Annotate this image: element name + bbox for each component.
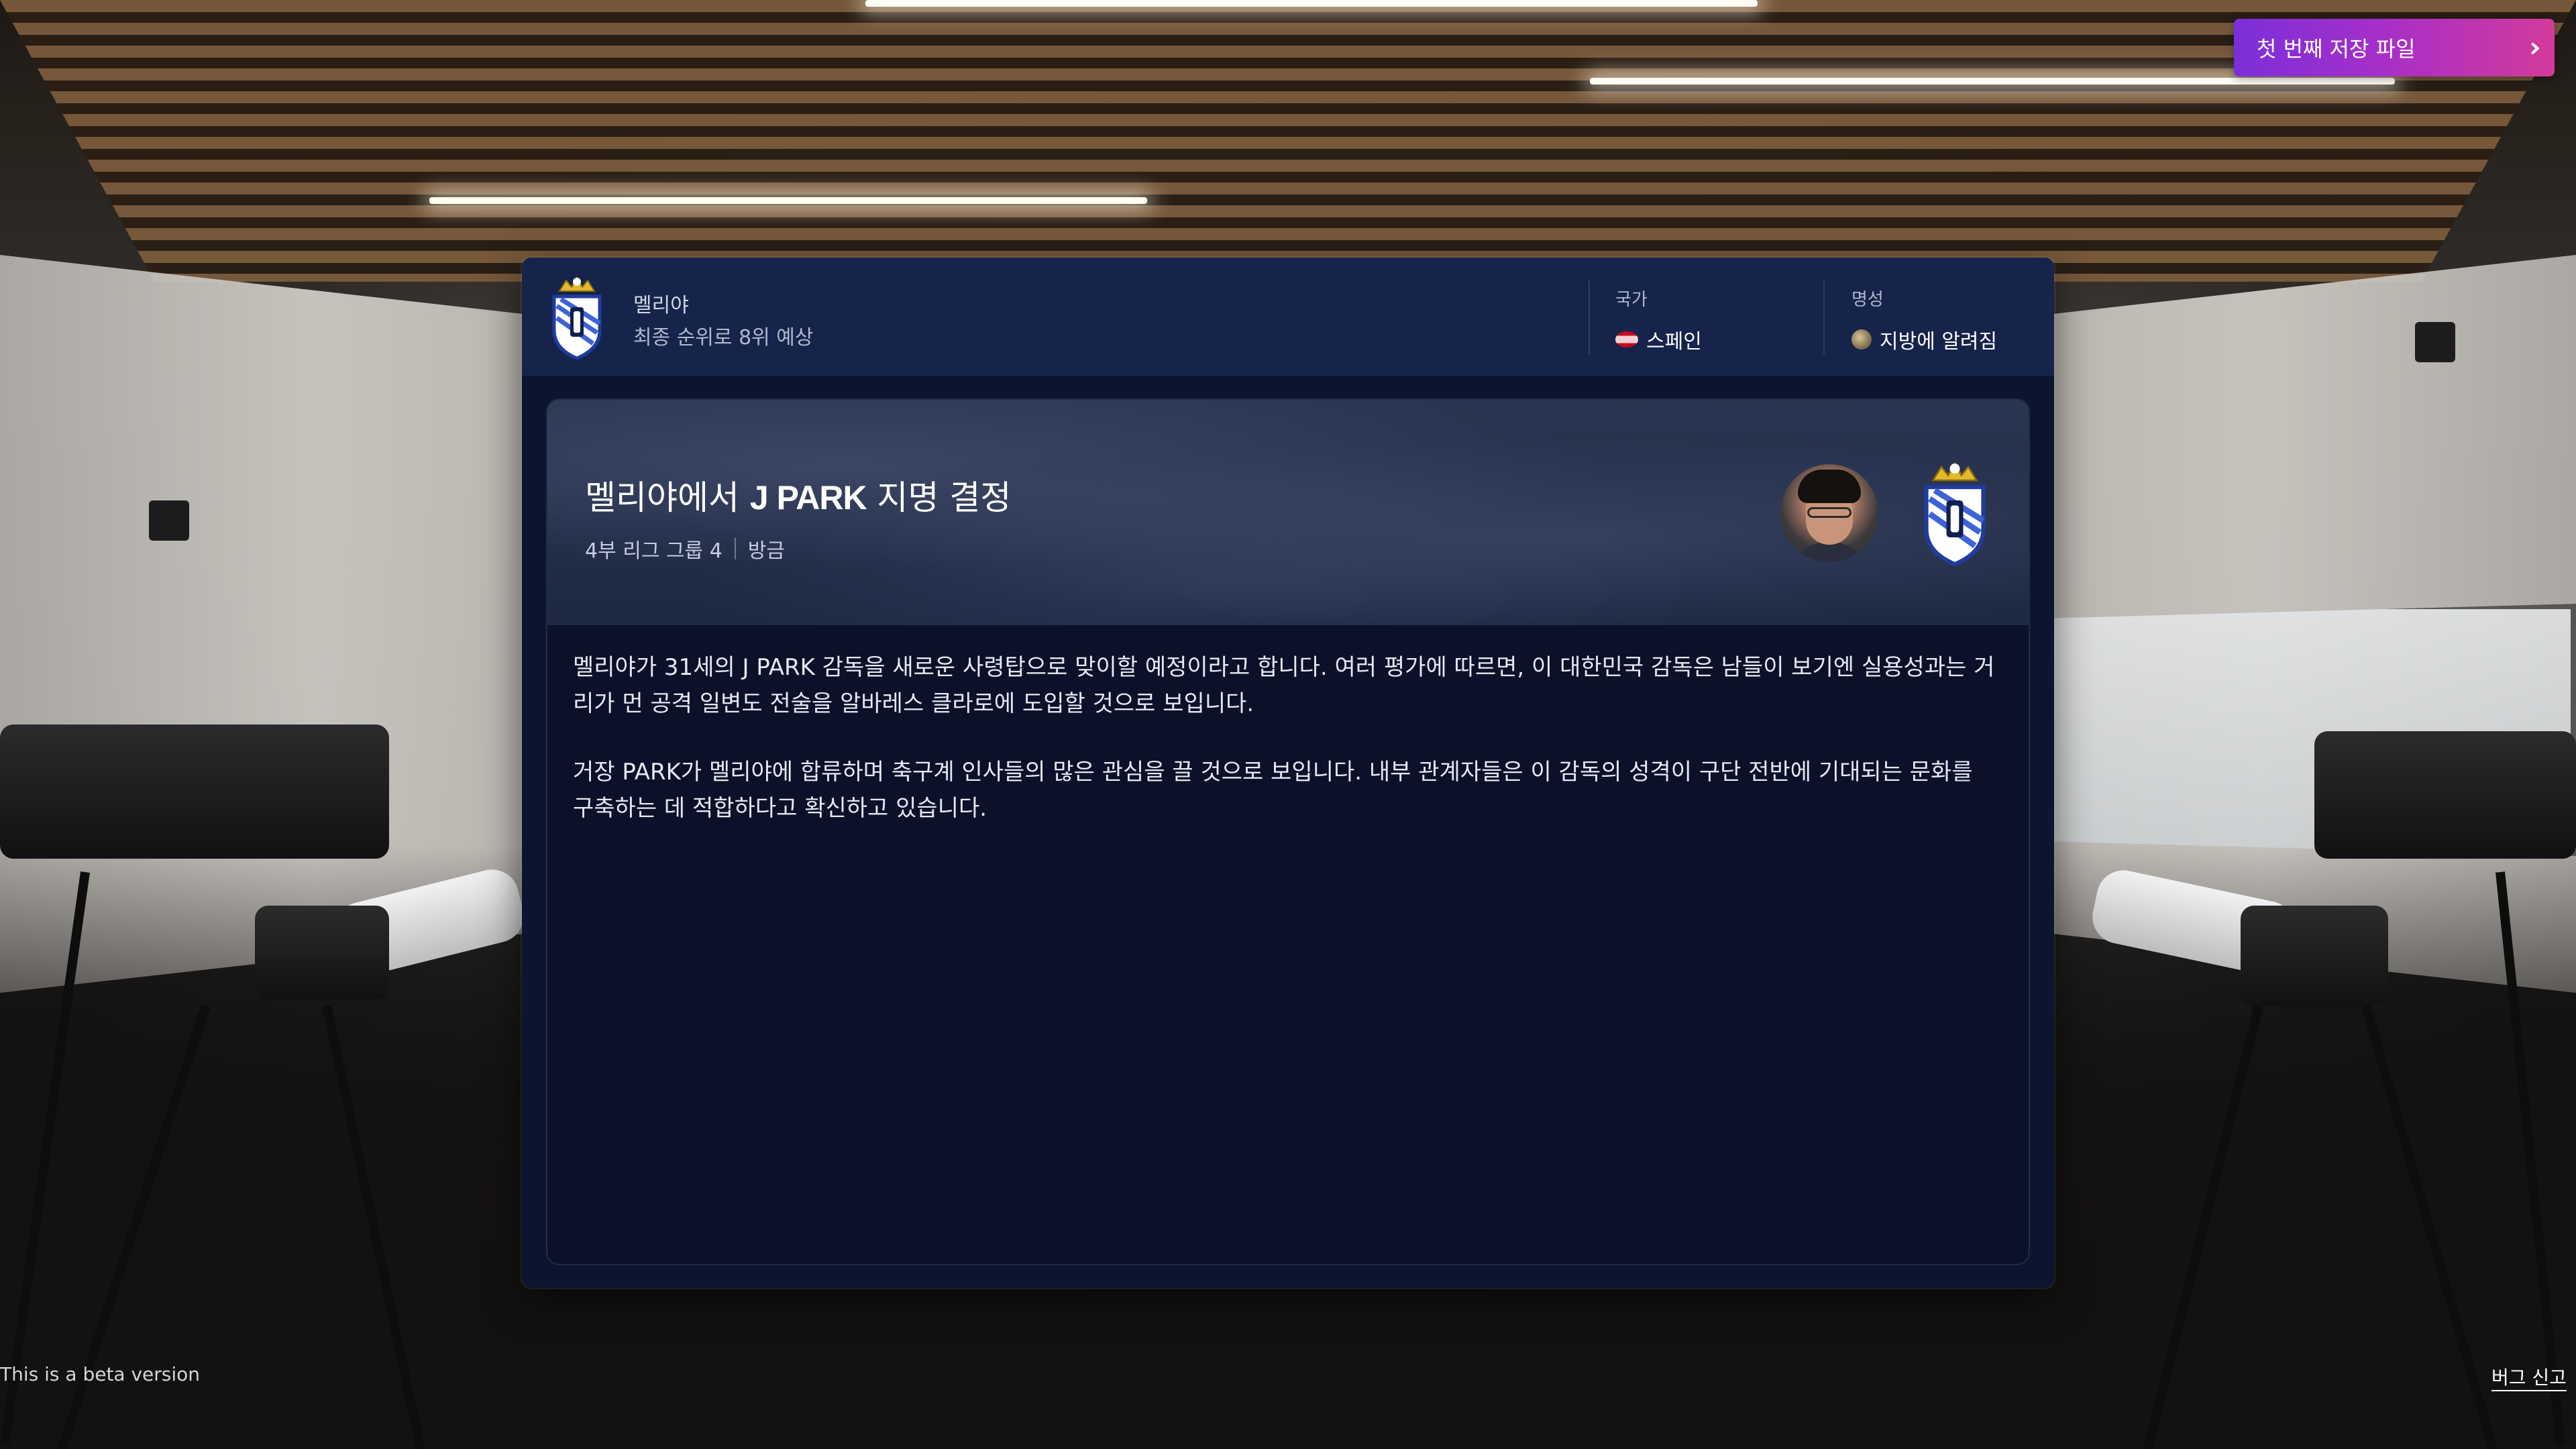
news-body: 멜리야가 31세의 J PARK 감독을 새로운 사령탑으로 맞이할 예정이라고…: [573, 649, 1995, 859]
tv-camera: [2314, 731, 2576, 859]
news-panel: 멜리야 최종 순위로 8위 예상 국가 스페인 명성 지방에 알려짐 멜리야에서…: [522, 258, 2054, 1288]
club-prediction: 최종 순위로 8위 예상: [633, 326, 814, 350]
news-time: 방금: [747, 539, 785, 563]
divider: [1589, 280, 1590, 354]
news-paragraph: 멜리야가 31세의 J PARK 감독을 새로운 사령탑으로 맞이할 예정이라고…: [573, 654, 1995, 717]
ceiling-slats: [0, 0, 2576, 282]
ceiling-light: [1590, 78, 2395, 85]
wall-speaker: [149, 500, 189, 541]
news-meta: 4부 리그 그룹 4 방금: [585, 534, 785, 564]
meta-separator: [734, 538, 736, 559]
avatar-glasses: [1807, 507, 1851, 518]
ceiling-light: [865, 0, 1758, 7]
spain-flag-icon: [1615, 331, 1638, 347]
beta-version-text: This is a beta version: [0, 1363, 201, 1385]
news-title-name: J PARK: [749, 479, 867, 517]
club-crest-large-icon[interactable]: [1921, 462, 1988, 566]
save-file-button[interactable]: 첫 번째 저장 파일 ››: [2234, 19, 2555, 76]
camera-body: [255, 906, 389, 1000]
chevron-double-right-icon: ››: [2529, 32, 2541, 63]
news-title-prefix: 멜리야에서: [585, 478, 750, 517]
nationality-value: 스페인: [1615, 325, 1702, 354]
reputation-value: 지방에 알려짐: [1851, 325, 1997, 354]
tv-camera: [0, 724, 389, 859]
nationality-label: 국가: [1615, 290, 1648, 310]
camera-body: [2241, 906, 2388, 1006]
manager-avatar[interactable]: [1780, 464, 1878, 562]
ceiling-light: [429, 197, 1147, 204]
reputation-text: 지방에 알려짐: [1880, 330, 1998, 354]
press-room-background: 첫 번째 저장 파일 ›› 멜리야 최종 순위로 8위 예상 국가 스페인 명성: [0, 0, 2576, 1449]
club-crest-icon: [552, 276, 602, 360]
news-card: 멜리야에서 J PARK 지명 결정 4부 리그 그룹 4 방금 멜리야가 31…: [547, 400, 2029, 1264]
news-title-suffix: 지명 결정: [866, 478, 1012, 517]
bug-report-link[interactable]: 버그 신고: [2491, 1363, 2567, 1391]
divider: [1823, 280, 1825, 354]
news-hero: 멜리야에서 J PARK 지명 결정 4부 리그 그룹 4 방금: [547, 400, 2029, 625]
club-name: 멜리야: [633, 294, 689, 317]
avatar-body: [1787, 542, 1872, 562]
reputation-label: 명성: [1851, 290, 1884, 310]
wall-speaker: [2415, 322, 2455, 362]
nationality-text: 스페인: [1646, 330, 1702, 354]
news-title: 멜리야에서 J PARK 지명 결정: [585, 471, 1011, 519]
club-header: 멜리야 최종 순위로 8위 예상 국가 스페인 명성 지방에 알려짐: [522, 258, 2054, 376]
league-name: 4부 리그 그룹 4: [585, 539, 722, 563]
reputation-globe-icon: [1851, 329, 1872, 350]
news-paragraph: 거장 PARK가 멜리야에 합류하며 축구계 인사들의 많은 관심을 끌 것으로…: [573, 759, 1973, 822]
avatar-hair: [1798, 470, 1861, 503]
save-file-label: 첫 번째 저장 파일: [2257, 36, 2416, 62]
